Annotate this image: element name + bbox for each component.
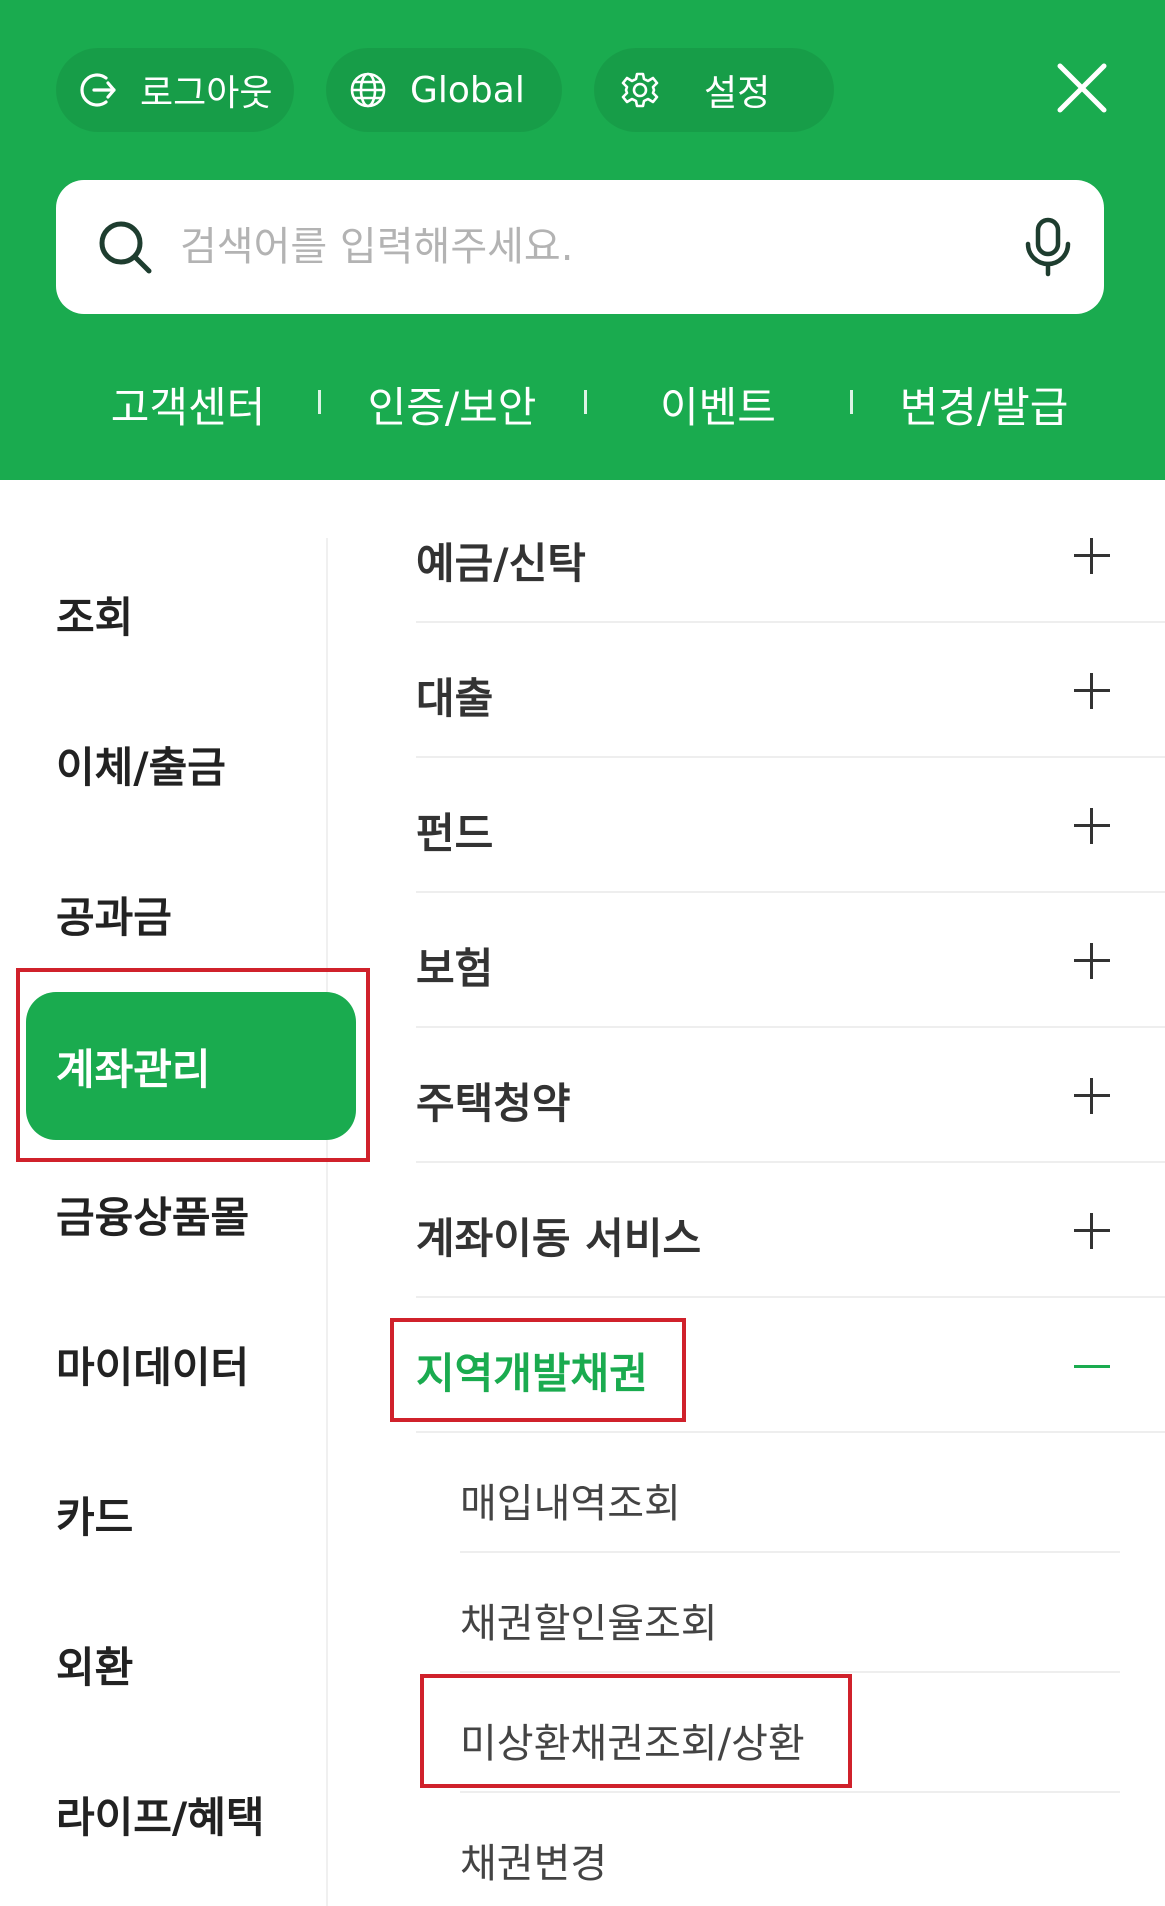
menu-label: 보험: [416, 944, 494, 993]
quick-link-separator: [584, 390, 587, 414]
settings-button[interactable]: 설정: [594, 48, 834, 132]
menu-row-housing-subscription[interactable]: 주택청약: [416, 1028, 1165, 1163]
highlight-box-open-menu: [390, 1318, 686, 1422]
nav-item-mydata[interactable]: 마이데이터: [56, 1334, 249, 1395]
highlight-box-active-category: [16, 968, 370, 1162]
plus-icon: [1074, 943, 1110, 979]
nav-item-utility-bills[interactable]: 공과금: [56, 884, 172, 945]
quick-link-separator: [850, 390, 853, 414]
quick-link-separator: [318, 390, 321, 414]
submenu-label: 채권할인율조회: [460, 1601, 718, 1647]
plus-icon: [1074, 1078, 1110, 1114]
microphone-icon: [1025, 217, 1071, 277]
close-button[interactable]: [1054, 60, 1110, 116]
logout-button[interactable]: 로그아웃: [56, 48, 294, 132]
plus-icon: [1074, 673, 1110, 709]
settings-label: 설정: [704, 73, 771, 114]
nav-item-card[interactable]: 카드: [56, 1484, 133, 1545]
nav-item-life-benefits[interactable]: 라이프/혜택: [56, 1784, 265, 1845]
global-label: Global: [410, 69, 525, 111]
menu-label: 펀드: [416, 809, 494, 858]
gear-icon: [618, 68, 662, 112]
logout-icon: [76, 68, 120, 112]
search-icon: [96, 218, 154, 276]
menu-row-deposit-trust[interactable]: 예금/신탁: [416, 488, 1165, 623]
menu-row-insurance[interactable]: 보험: [416, 893, 1165, 1028]
nav-item-transfer[interactable]: 이체/출금: [56, 734, 226, 795]
quick-link-auth-security[interactable]: 인증/보안: [332, 374, 572, 435]
search-input[interactable]: [180, 210, 1000, 284]
menu-row-loan[interactable]: 대출: [416, 623, 1165, 758]
microphone-button[interactable]: [1018, 216, 1078, 278]
menu-row-account-switch-service[interactable]: 계좌이동 서비스: [416, 1163, 1165, 1298]
quick-link-event[interactable]: 이벤트: [598, 374, 838, 435]
menu-label: 계좌이동 서비스: [416, 1214, 702, 1263]
plus-icon: [1074, 808, 1110, 844]
quick-link-change-issue[interactable]: 변경/발급: [864, 374, 1104, 435]
nav-item-inquiry[interactable]: 조회: [56, 584, 133, 645]
submenu-label: 채권변경: [460, 1841, 608, 1887]
menu-label: 예금/신탁: [416, 539, 586, 588]
quick-links: 고객센터 인증/보안 이벤트 변경/발급: [0, 360, 1165, 440]
menu-label: 주택청약: [416, 1079, 571, 1128]
submenu-item-discount-rate[interactable]: 채권할인율조회: [460, 1553, 1120, 1673]
submenu-item-bond-change[interactable]: 채권변경: [460, 1793, 1120, 1906]
plus-icon: [1074, 538, 1110, 574]
left-category-nav: 조회 이체/출금 공과금 금융상품몰 마이데이터 카드 외환 라이프/혜택: [0, 480, 328, 1906]
nav-item-financial-mall[interactable]: 금융상품몰: [56, 1184, 249, 1245]
close-icon: [1057, 63, 1107, 113]
logout-label: 로그아웃: [140, 73, 273, 114]
quick-link-customer-center[interactable]: 고객센터: [68, 374, 308, 435]
global-button[interactable]: Global: [326, 48, 562, 132]
menu-label: 대출: [416, 674, 494, 723]
menu-row-fund[interactable]: 펀드: [416, 758, 1165, 893]
highlight-box-submenu: [420, 1674, 852, 1788]
header: 로그아웃 Global 설정 검색어를 입력해주세요. 고객센터 인증/보안 이…: [0, 0, 1165, 480]
submenu-label: 매입내역조회: [460, 1481, 681, 1527]
nav-item-foreign-exchange[interactable]: 외환: [56, 1634, 133, 1695]
globe-icon: [346, 68, 390, 112]
minus-icon: [1074, 1365, 1110, 1368]
plus-icon: [1074, 1213, 1110, 1249]
search-bar[interactable]: [56, 180, 1104, 314]
submenu-item-purchase-history[interactable]: 매입내역조회: [460, 1433, 1120, 1553]
